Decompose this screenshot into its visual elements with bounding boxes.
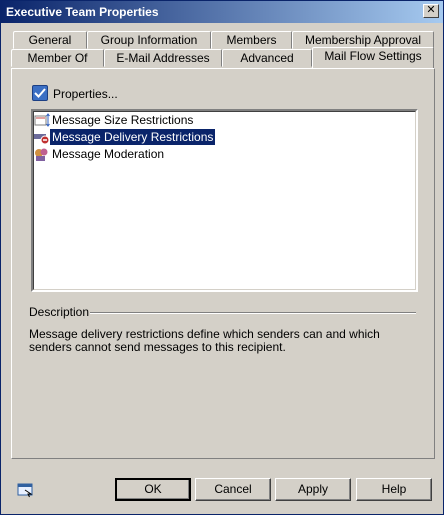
context-help-icon[interactable]: [17, 482, 35, 498]
tab-label: Mail Flow Settings: [324, 49, 422, 63]
tab-label: Membership Approval: [304, 33, 422, 47]
tab-members[interactable]: Members: [211, 31, 292, 49]
list-item-label: Message Moderation: [52, 147, 165, 161]
cancel-label: Cancel: [214, 482, 252, 496]
close-button[interactable]: ✕: [423, 4, 439, 18]
tab-label: Advanced: [240, 51, 294, 65]
mail-flow-settings-list[interactable]: Message Size Restrictions Message Delive…: [31, 109, 418, 292]
description-text: Message delivery restrictions define whi…: [29, 327, 380, 354]
tab-panel: Properties... Message Size Restrictions: [11, 68, 435, 459]
window-title: Executive Team Properties: [6, 5, 159, 19]
tab-member-of[interactable]: Member Of: [11, 49, 104, 67]
title-bar[interactable]: Executive Team Properties ✕: [1, 1, 443, 23]
tab-group-information[interactable]: Group Information: [87, 31, 211, 49]
tab-advanced[interactable]: Advanced: [222, 49, 312, 67]
properties-icon: [32, 85, 48, 101]
ok-button[interactable]: OK: [115, 478, 191, 501]
ok-label: OK: [144, 482, 162, 496]
tab-label: General: [28, 33, 72, 47]
cancel-button[interactable]: Cancel: [195, 478, 271, 501]
help-button[interactable]: Help: [356, 478, 432, 501]
list-item-label: Message Delivery Restrictions: [48, 128, 217, 146]
help-label: Help: [381, 482, 407, 496]
delivery-restrictions-icon: [34, 130, 50, 145]
description-label: Description: [29, 305, 90, 319]
tab-label: Group Information: [100, 33, 198, 47]
tab-label: E-Mail Addresses: [116, 51, 210, 65]
size-restrictions-icon: [34, 113, 50, 128]
properties-label: Properties...: [53, 87, 118, 101]
tab-label: Member Of: [27, 51, 88, 65]
description-divider: [90, 312, 416, 314]
tab-general[interactable]: General: [13, 31, 87, 49]
moderation-icon: [34, 147, 50, 162]
close-icon: ✕: [426, 4, 436, 16]
properties-dialog: Executive Team Properties ✕ General Grou…: [0, 0, 444, 515]
tab-email-addresses[interactable]: E-Mail Addresses: [104, 49, 222, 67]
apply-label: Apply: [297, 482, 329, 496]
list-item-label: Message Size Restrictions: [52, 113, 194, 127]
apply-button[interactable]: Apply: [275, 478, 351, 501]
tab-label: Members: [226, 33, 277, 47]
tab-mail-flow-settings[interactable]: Mail Flow Settings: [312, 47, 434, 68]
